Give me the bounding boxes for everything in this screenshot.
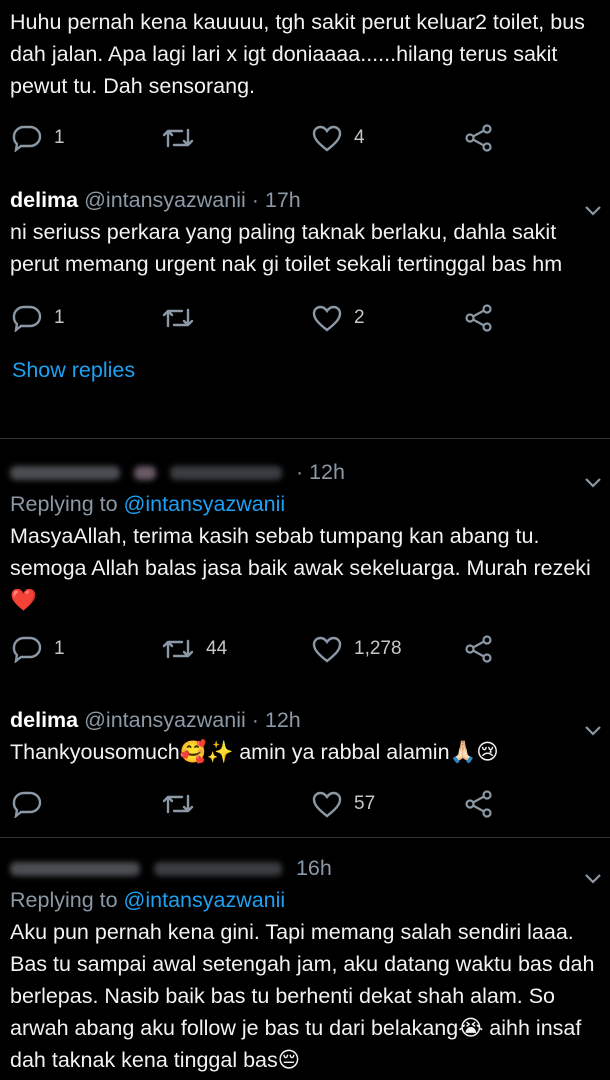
tweet[interactable]: Huhu pernah kena kauuuu, tgh sakit perut… bbox=[0, 0, 610, 160]
retweet-button[interactable] bbox=[162, 790, 194, 818]
reply-icon bbox=[12, 304, 42, 332]
redacted-display-name bbox=[10, 466, 120, 481]
chevron-down-icon[interactable] bbox=[584, 194, 601, 216]
share-button[interactable] bbox=[464, 124, 494, 152]
like-count: 1,278 bbox=[354, 638, 402, 659]
share-button[interactable] bbox=[464, 304, 494, 332]
reply-button[interactable] bbox=[12, 790, 42, 818]
tweet[interactable]: delima @intansyazwanii · 17h ni seriuss … bbox=[0, 184, 610, 386]
share-icon bbox=[464, 124, 494, 152]
retweet-icon bbox=[162, 790, 194, 818]
replying-to: Replying to @intansyazwanii bbox=[0, 884, 610, 916]
replying-to-label: Replying to bbox=[10, 492, 124, 516]
tweet-time: 16h bbox=[295, 856, 332, 880]
display-name[interactable]: delima bbox=[10, 188, 78, 212]
chevron-down-icon[interactable] bbox=[584, 466, 601, 488]
like-button[interactable]: 57 bbox=[312, 790, 375, 818]
tweet-time: · 12h bbox=[251, 708, 301, 732]
heart-icon bbox=[312, 635, 342, 663]
reply-icon bbox=[12, 635, 42, 663]
share-button[interactable] bbox=[464, 635, 494, 663]
reply-icon bbox=[12, 790, 42, 818]
retweet-button[interactable] bbox=[162, 304, 194, 332]
like-button[interactable]: 2 bbox=[312, 304, 365, 332]
tweet-actions: 1 4 bbox=[0, 116, 610, 160]
retweet-button[interactable]: 44 bbox=[162, 635, 227, 663]
tweet-actions: 1 44 1,278 bbox=[0, 627, 610, 671]
tweet-thread: Huhu pernah kena kauuuu, tgh sakit perut… bbox=[0, 0, 610, 1080]
redacted-display-name bbox=[10, 862, 140, 877]
heart-emoji: ❤️ bbox=[10, 588, 37, 613]
tweet-text: Thankyousomuch🥰✨ amin ya rabbal alamin🙏🏻… bbox=[10, 740, 499, 764]
retweet-icon bbox=[162, 304, 194, 332]
tweet[interactable]: delima @intansyazwanii · 12h Thankyousom… bbox=[0, 704, 610, 826]
tweet-actions: 57 bbox=[0, 782, 610, 826]
heart-icon bbox=[312, 790, 342, 818]
share-button[interactable] bbox=[464, 790, 494, 818]
like-count: 4 bbox=[354, 127, 365, 148]
tweet-actions: 1 2 bbox=[0, 296, 610, 340]
reply-button[interactable]: 1 bbox=[12, 635, 65, 663]
tweet-text: Huhu pernah kena kauuuu, tgh sakit perut… bbox=[10, 10, 585, 98]
reply-button[interactable]: 1 bbox=[12, 124, 65, 152]
tweet-header: delima @intansyazwanii · 12h bbox=[0, 704, 610, 736]
tweet-text: Aku pun pernah kena gini. Tapi memang sa… bbox=[10, 920, 595, 1072]
replying-to-handle[interactable]: @intansyazwanii bbox=[124, 492, 286, 516]
redacted-handle bbox=[169, 466, 282, 481]
like-button[interactable]: 1,278 bbox=[312, 635, 402, 663]
reply-icon bbox=[12, 124, 42, 152]
chevron-down-icon[interactable] bbox=[584, 714, 601, 736]
tweet-header: 16h bbox=[0, 852, 610, 884]
heart-icon bbox=[312, 304, 342, 332]
reply-count: 1 bbox=[54, 307, 65, 328]
tweet[interactable]: 16h Replying to @intansyazwanii Aku pun … bbox=[0, 852, 610, 1076]
share-icon bbox=[464, 304, 494, 332]
replying-to: Replying to @intansyazwanii bbox=[0, 488, 610, 520]
display-name[interactable]: delima bbox=[10, 708, 78, 732]
like-count: 57 bbox=[354, 793, 376, 814]
retweet-icon bbox=[162, 635, 194, 663]
divider bbox=[0, 438, 610, 439]
heart-icon bbox=[312, 124, 342, 152]
retweet-icon bbox=[162, 124, 194, 152]
divider bbox=[0, 837, 610, 838]
share-icon bbox=[464, 790, 494, 818]
tweet-text: ni seriuss perkara yang paling taknak be… bbox=[10, 220, 563, 276]
user-handle[interactable]: @intansyazwanii bbox=[84, 188, 246, 212]
retweet-count: 44 bbox=[206, 638, 228, 659]
show-replies-link[interactable]: Show replies bbox=[0, 354, 610, 386]
user-handle[interactable]: @intansyazwanii bbox=[84, 708, 246, 732]
redacted-handle bbox=[153, 862, 282, 877]
reply-button[interactable]: 1 bbox=[12, 304, 65, 332]
tweet[interactable]: · 12h Replying to @intansyazwanii MasyaA… bbox=[0, 456, 610, 671]
tweet-time: · 12h bbox=[295, 460, 345, 484]
replying-to-handle[interactable]: @intansyazwanii bbox=[124, 888, 286, 912]
like-button[interactable]: 4 bbox=[312, 124, 365, 152]
reply-count: 1 bbox=[54, 638, 65, 659]
retweet-button[interactable] bbox=[162, 124, 194, 152]
tweet-text: MasyaAllah, terima kasih sebab tumpang k… bbox=[0, 520, 610, 617]
tweet-text-body: MasyaAllah, terima kasih sebab tumpang k… bbox=[10, 524, 591, 580]
tweet-time: · 17h bbox=[251, 188, 301, 212]
like-count: 2 bbox=[354, 307, 365, 328]
share-icon bbox=[464, 635, 494, 663]
tweet-header: delima @intansyazwanii · 17h bbox=[0, 184, 610, 216]
reply-count: 1 bbox=[54, 127, 65, 148]
replying-to-label: Replying to bbox=[10, 888, 124, 912]
tweet-header: · 12h bbox=[0, 456, 610, 488]
chevron-down-icon[interactable] bbox=[584, 862, 601, 884]
redacted-flag bbox=[133, 466, 156, 481]
